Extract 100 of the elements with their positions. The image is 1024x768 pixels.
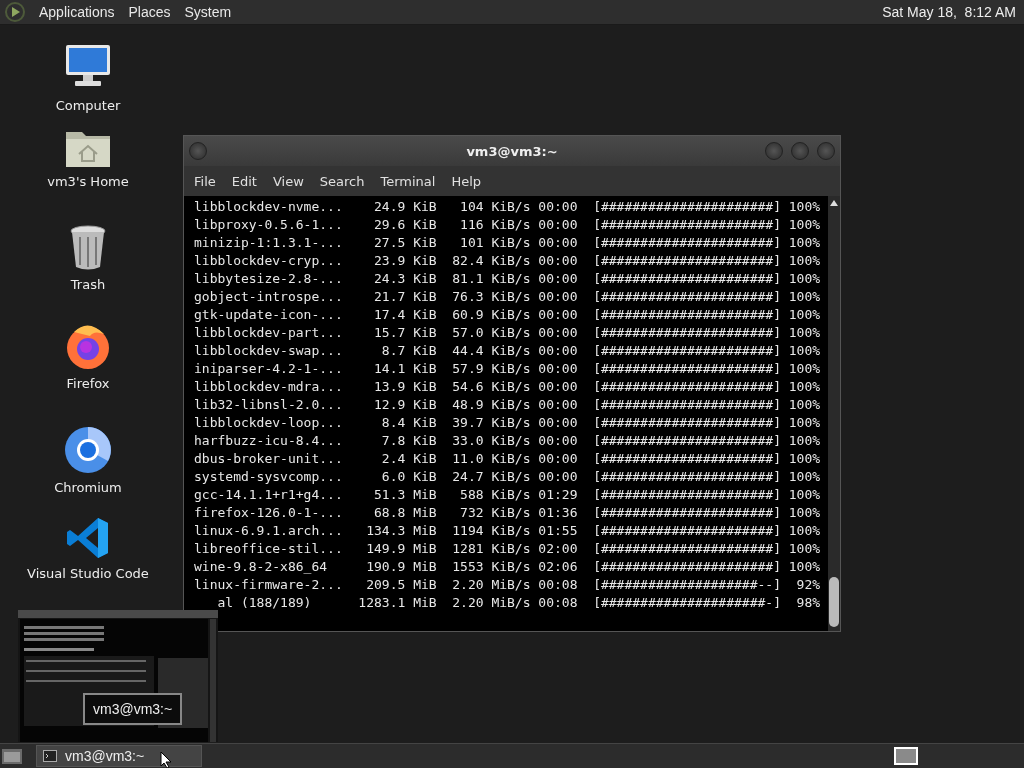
percent-text: 100% (787, 378, 821, 396)
menu-item[interactable]: File (188, 173, 222, 189)
percent-text: 100% (787, 288, 821, 306)
package-name: libblockdev-nvme... (194, 198, 344, 216)
progress-text: [######################] (592, 324, 781, 342)
package-name: linux-6.9.1.arch... (194, 522, 344, 540)
package-name: libblockdev-swap... (194, 342, 344, 360)
percent-text: 100% (787, 432, 821, 450)
package-name: libblockdev-mdra... (194, 378, 344, 396)
download-speed: 101 KiB/s (459, 234, 531, 252)
download-speed: 2.20 MiB/s (451, 594, 531, 612)
code-editor-icon[interactable] (66, 516, 110, 560)
download-size: 27.5 KiB (373, 234, 437, 252)
menu-item[interactable]: Terminal (374, 173, 442, 189)
download-speed: 104 KiB/s (459, 198, 531, 216)
desktop-icon-label[interactable]: vm3's Home (47, 174, 129, 189)
eta-time: 00:00 (537, 378, 578, 396)
package-name: minizip-1:1.3.1-... (194, 234, 344, 252)
percent-text: 100% (787, 306, 821, 324)
menu-item[interactable]: Search (313, 173, 371, 189)
desktop-icon-label[interactable]: Visual Studio Code (27, 566, 149, 581)
package-name: linux-firmware-2... (194, 576, 344, 594)
desktop-icon-label[interactable]: Firefox (66, 376, 110, 391)
package-name: libbytesize-2.8-... (194, 270, 344, 288)
percent-text: 92% (795, 576, 821, 594)
trash-icon[interactable] (69, 225, 107, 271)
scrollbar[interactable] (828, 196, 840, 631)
package-name: firefox-126.0-1-... (194, 504, 344, 522)
fox-globe-icon[interactable] (64, 322, 112, 370)
package-name: lib32-libnsl-2.0... (194, 396, 344, 414)
scroll-thumb[interactable] (829, 577, 839, 627)
package-name: libblockdev-loop... (194, 414, 344, 432)
percent-text: 100% (787, 540, 821, 558)
download-speed: 588 KiB/s (459, 486, 531, 504)
percent-text: 100% (787, 396, 821, 414)
desktop-icon-label[interactable]: Chromium (54, 480, 122, 495)
download-speed: 57.9 KiB/s (451, 360, 531, 378)
progress-text: [######################] (592, 486, 781, 504)
clock[interactable]: Sat May 18, 8:12 AM (882, 4, 1020, 20)
chromium-icon[interactable] (64, 426, 112, 474)
progress-text: [######################] (592, 360, 781, 378)
desktop-icon[interactable] (2, 747, 22, 765)
progress-text: [######################] (592, 378, 781, 396)
panel-menu[interactable]: Applications (32, 4, 122, 20)
eta-time: 00:00 (537, 468, 578, 486)
scroll-up-icon[interactable] (830, 200, 838, 206)
download-speed: 11.0 KiB/s (451, 450, 531, 468)
package-name: gobject-introspe... (194, 288, 344, 306)
download-speed: 48.9 KiB/s (451, 396, 531, 414)
percent-text: 100% (787, 324, 821, 342)
progress-text: [######################] (592, 198, 781, 216)
progress-text: [######################] (592, 306, 781, 324)
progress-text: [######################] (592, 468, 781, 486)
menu-item[interactable]: Edit (225, 173, 263, 189)
progress-text: [######################] (592, 558, 781, 576)
progress-text: [######################] (592, 234, 781, 252)
download-size: 6.0 KiB (380, 468, 437, 486)
eta-time: 00:00 (537, 342, 578, 360)
eta-time: 01:29 (537, 486, 578, 504)
panel-menu[interactable]: System (177, 4, 239, 20)
menu-item[interactable]: Help (445, 173, 488, 189)
download-size: 7.8 KiB (380, 432, 437, 450)
download-size: 13.9 KiB (373, 378, 437, 396)
progress-text: [######################] (592, 540, 781, 558)
progress-text: [######################] (592, 342, 781, 360)
percent-text: 100% (787, 270, 821, 288)
download-size: 15.7 KiB (373, 324, 437, 342)
percent-text: 98% (795, 594, 821, 612)
window-tooltip: vm3@vm3:~ (83, 693, 183, 725)
percent-text: 100% (787, 486, 821, 504)
percent-text: 100% (787, 234, 821, 252)
package-name: libreoffice-stil... (194, 540, 344, 558)
panel-menu[interactable]: Places (121, 4, 178, 20)
package-name: iniparser-4.2-1-... (194, 360, 344, 378)
eta-time: 00:00 (537, 216, 578, 234)
download-size: 23.9 KiB (373, 252, 437, 270)
download-size: 8.4 KiB (380, 414, 437, 432)
package-name: libproxy-0.5.6-1... (194, 216, 344, 234)
window-preview[interactable]: vm3@vm3:~ (18, 610, 218, 742)
package-name: al (188/189) (216, 594, 313, 612)
eta-time: 00:00 (537, 288, 578, 306)
progress-text: [####################--] (592, 576, 781, 594)
download-size: 149.9 MiB (365, 540, 437, 558)
download-size: 8.7 KiB (380, 342, 437, 360)
package-name: libblockdev-cryp... (194, 252, 344, 270)
taskbar-button[interactable]: vm3@vm3:~ (36, 745, 202, 767)
desktop-icon-label[interactable]: Trash (70, 277, 106, 292)
progress-text: [######################] (592, 432, 781, 450)
download-size: 12.9 KiB (373, 396, 437, 414)
play-logo-icon[interactable] (4, 1, 26, 23)
eta-time: 00:00 (537, 450, 578, 468)
eta-time: 00:00 (537, 252, 578, 270)
download-speed: 44.4 KiB/s (451, 342, 531, 360)
eta-time: 00:00 (537, 270, 578, 288)
download-speed: 24.7 KiB/s (451, 468, 531, 486)
download-size: 68.8 MiB (373, 504, 437, 522)
package-name: gtk-update-icon-... (194, 306, 344, 324)
desktop-icon-label[interactable]: Computer (55, 98, 121, 113)
workspace-switcher[interactable] (894, 747, 918, 765)
menu-item[interactable]: View (266, 173, 310, 189)
